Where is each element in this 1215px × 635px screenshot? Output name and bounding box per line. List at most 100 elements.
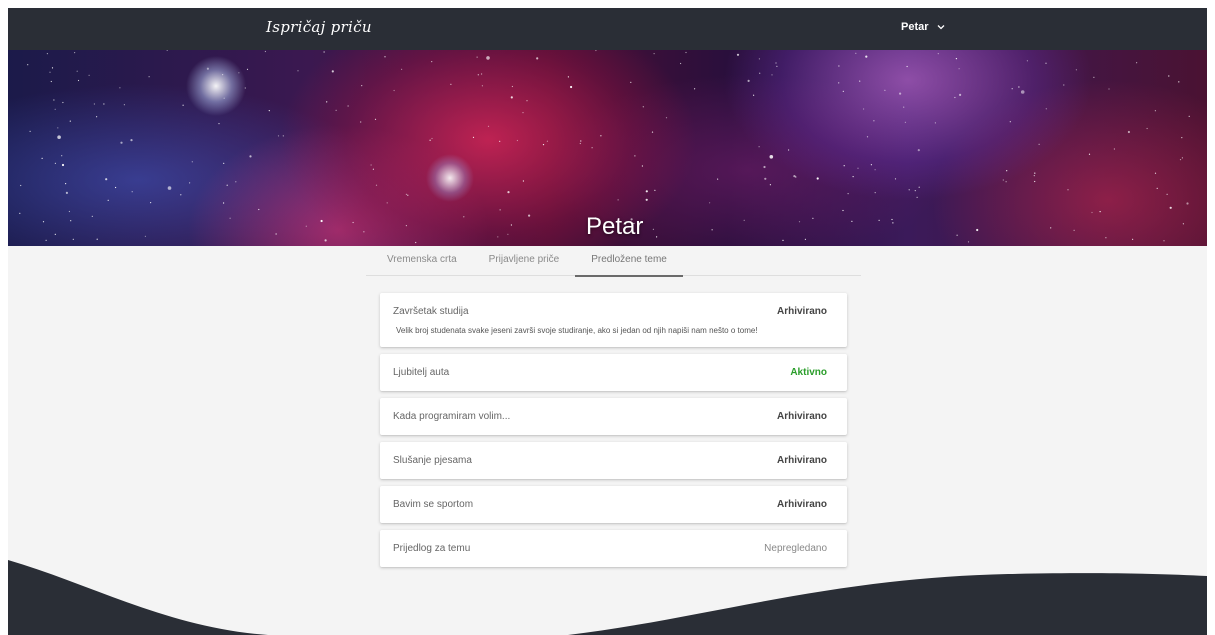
star bbox=[1113, 148, 1115, 150]
star bbox=[405, 225, 407, 227]
topic-status: Arhivirano bbox=[776, 411, 827, 422]
star bbox=[229, 217, 231, 219]
star bbox=[1186, 202, 1189, 205]
topic-card-graduation[interactable]: Završetak studija Arhivirano Velik broj … bbox=[380, 293, 847, 347]
star bbox=[906, 65, 908, 68]
star bbox=[651, 131, 654, 133]
star bbox=[68, 210, 70, 213]
star bbox=[976, 228, 979, 232]
star bbox=[1045, 108, 1047, 110]
star bbox=[45, 239, 47, 241]
star bbox=[49, 71, 51, 73]
star bbox=[959, 93, 962, 96]
star bbox=[150, 202, 152, 204]
star bbox=[386, 202, 388, 204]
star bbox=[842, 209, 844, 212]
tab-reported-stories[interactable]: Prijavljene priče bbox=[473, 246, 576, 276]
star bbox=[511, 85, 513, 88]
topic-list: Završetak studija Arhivirano Velik broj … bbox=[380, 293, 847, 574]
star bbox=[96, 116, 98, 118]
star bbox=[1179, 159, 1182, 161]
star bbox=[249, 155, 252, 158]
star bbox=[1181, 157, 1183, 159]
star bbox=[1033, 175, 1035, 177]
star bbox=[958, 68, 960, 70]
star bbox=[76, 70, 78, 72]
user-menu[interactable]: Petar bbox=[901, 21, 945, 33]
star bbox=[282, 135, 284, 137]
star bbox=[93, 103, 95, 105]
star bbox=[148, 76, 150, 78]
star bbox=[798, 221, 801, 223]
tab-timeline[interactable]: Vremenska crta bbox=[371, 246, 473, 276]
star bbox=[218, 123, 220, 125]
star bbox=[1146, 127, 1148, 130]
star bbox=[874, 192, 876, 194]
star bbox=[62, 101, 64, 104]
star bbox=[653, 53, 655, 55]
star bbox=[709, 202, 711, 204]
star bbox=[1182, 223, 1184, 225]
star bbox=[764, 177, 767, 180]
star bbox=[916, 196, 918, 198]
star bbox=[393, 89, 395, 92]
topic-card-listening-songs[interactable]: Slušanje pjesama Arhivirano bbox=[380, 442, 847, 479]
star bbox=[481, 85, 483, 87]
star bbox=[510, 96, 513, 99]
star bbox=[870, 164, 873, 166]
star bbox=[70, 220, 72, 222]
star bbox=[630, 81, 632, 83]
star bbox=[431, 61, 433, 63]
star bbox=[206, 67, 209, 70]
star bbox=[763, 165, 766, 169]
star bbox=[507, 191, 510, 194]
star bbox=[843, 165, 845, 167]
star bbox=[182, 104, 184, 106]
star bbox=[847, 193, 849, 195]
star bbox=[429, 139, 431, 141]
brand-logo[interactable]: Ispričaj priču bbox=[266, 18, 372, 36]
topic-card-sports[interactable]: Bavim se sportom Arhivirano bbox=[380, 486, 847, 523]
tab-suggested-topics[interactable]: Predložene teme bbox=[575, 246, 683, 277]
star bbox=[567, 76, 570, 78]
star bbox=[510, 224, 512, 226]
chevron-down-icon bbox=[937, 25, 944, 30]
star bbox=[954, 96, 956, 99]
topic-description: Velik broj studenata svake jeseni završi… bbox=[396, 326, 758, 335]
star bbox=[865, 55, 868, 58]
star bbox=[874, 169, 876, 171]
star bbox=[144, 235, 146, 237]
star bbox=[105, 178, 108, 181]
star bbox=[536, 57, 539, 60]
star bbox=[450, 83, 452, 85]
star bbox=[477, 74, 479, 76]
star bbox=[1038, 143, 1040, 145]
star bbox=[522, 112, 524, 114]
star bbox=[1132, 238, 1134, 240]
topic-card-car-lover[interactable]: Ljubitelj auta Aktivno bbox=[380, 354, 847, 391]
star bbox=[1045, 62, 1047, 64]
star bbox=[431, 137, 433, 140]
star bbox=[1091, 211, 1093, 214]
footer-wave bbox=[8, 560, 1207, 635]
star bbox=[61, 155, 63, 157]
topic-title: Kada programiram volim... bbox=[393, 411, 511, 422]
star bbox=[326, 101, 328, 103]
star bbox=[320, 219, 323, 223]
star bbox=[42, 221, 45, 223]
star bbox=[694, 88, 696, 90]
star bbox=[1188, 115, 1190, 117]
topic-card-programming[interactable]: Kada programiram volim... Arhivirano bbox=[380, 398, 847, 435]
star bbox=[546, 140, 549, 142]
star bbox=[324, 239, 327, 242]
star bbox=[1169, 206, 1172, 209]
star bbox=[222, 74, 224, 76]
star bbox=[1067, 189, 1069, 191]
star bbox=[486, 56, 490, 60]
star bbox=[645, 198, 648, 201]
star bbox=[804, 238, 807, 240]
star bbox=[57, 135, 61, 139]
star bbox=[769, 155, 774, 159]
star bbox=[717, 178, 719, 180]
star bbox=[74, 52, 76, 54]
